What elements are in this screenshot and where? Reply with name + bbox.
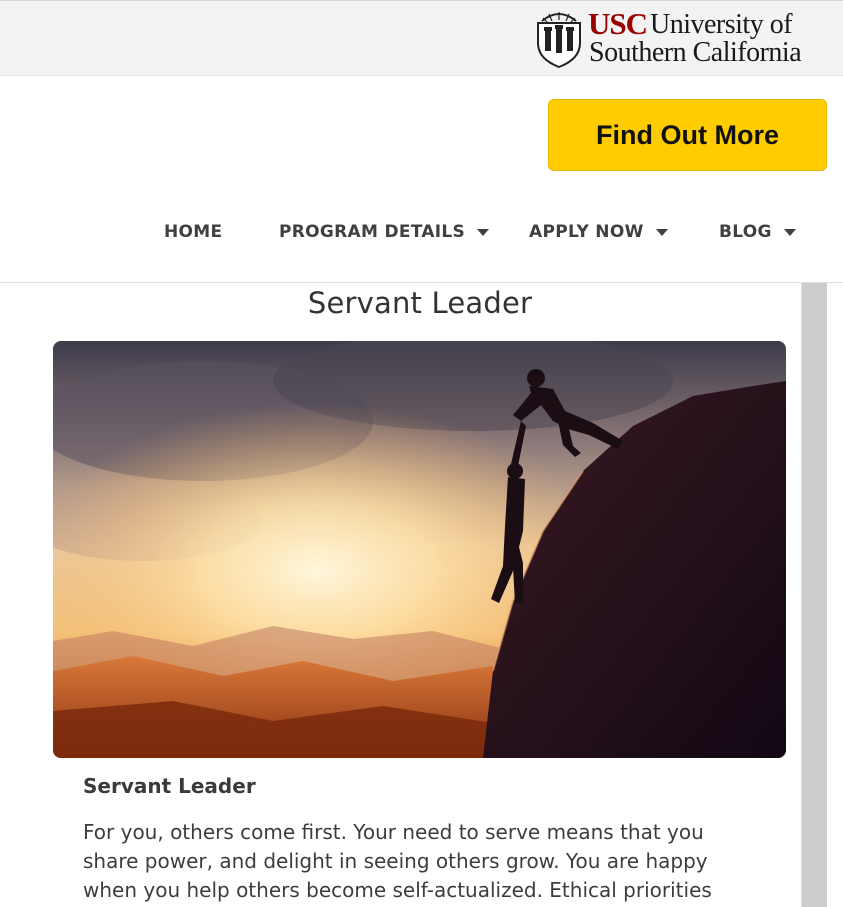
nav-item-apply-now[interactable]: APPLY NOW (529, 220, 668, 244)
main-nav: HOME PROGRAM DETAILS APPLY NOW BLOG (0, 208, 843, 256)
usc-abbrev: USC (588, 6, 648, 41)
description-line: when you help others become self-actuali… (83, 878, 712, 902)
caret-down-icon (783, 228, 796, 236)
nav-label: BLOG (719, 222, 772, 242)
scrollbar[interactable] (801, 283, 827, 907)
climbers-helping-hand-image (53, 341, 786, 758)
university-name-line1: University of (650, 9, 793, 40)
description-line: For you, others come first. Your need to… (83, 820, 704, 844)
usc-logo[interactable]: USC University of Southern California (534, 6, 824, 71)
nav-label: PROGRAM DETAILS (279, 222, 466, 242)
nav-item-home[interactable]: HOME (164, 220, 222, 244)
caret-down-icon (655, 228, 668, 236)
caret-down-icon (477, 228, 490, 236)
university-name-line2: Southern California (589, 37, 802, 68)
nav-item-program-details[interactable]: PROGRAM DETAILS (279, 220, 490, 244)
description-text: For you, others come first. Your need to… (83, 818, 773, 905)
nav-label: HOME (164, 222, 223, 242)
section-subtitle: Servant Leader (83, 774, 256, 798)
find-out-more-button[interactable]: Find Out More (548, 99, 827, 171)
header-divider (0, 282, 843, 283)
usc-seal-icon (537, 12, 581, 69)
hero-image (53, 341, 786, 758)
nav-label: APPLY NOW (529, 222, 644, 242)
top-bar: USC University of Southern California (0, 0, 843, 76)
page-title: Servant Leader (307, 286, 533, 320)
description-line: share power, and delight in seeing other… (83, 849, 708, 873)
nav-item-blog[interactable]: BLOG (719, 220, 796, 244)
